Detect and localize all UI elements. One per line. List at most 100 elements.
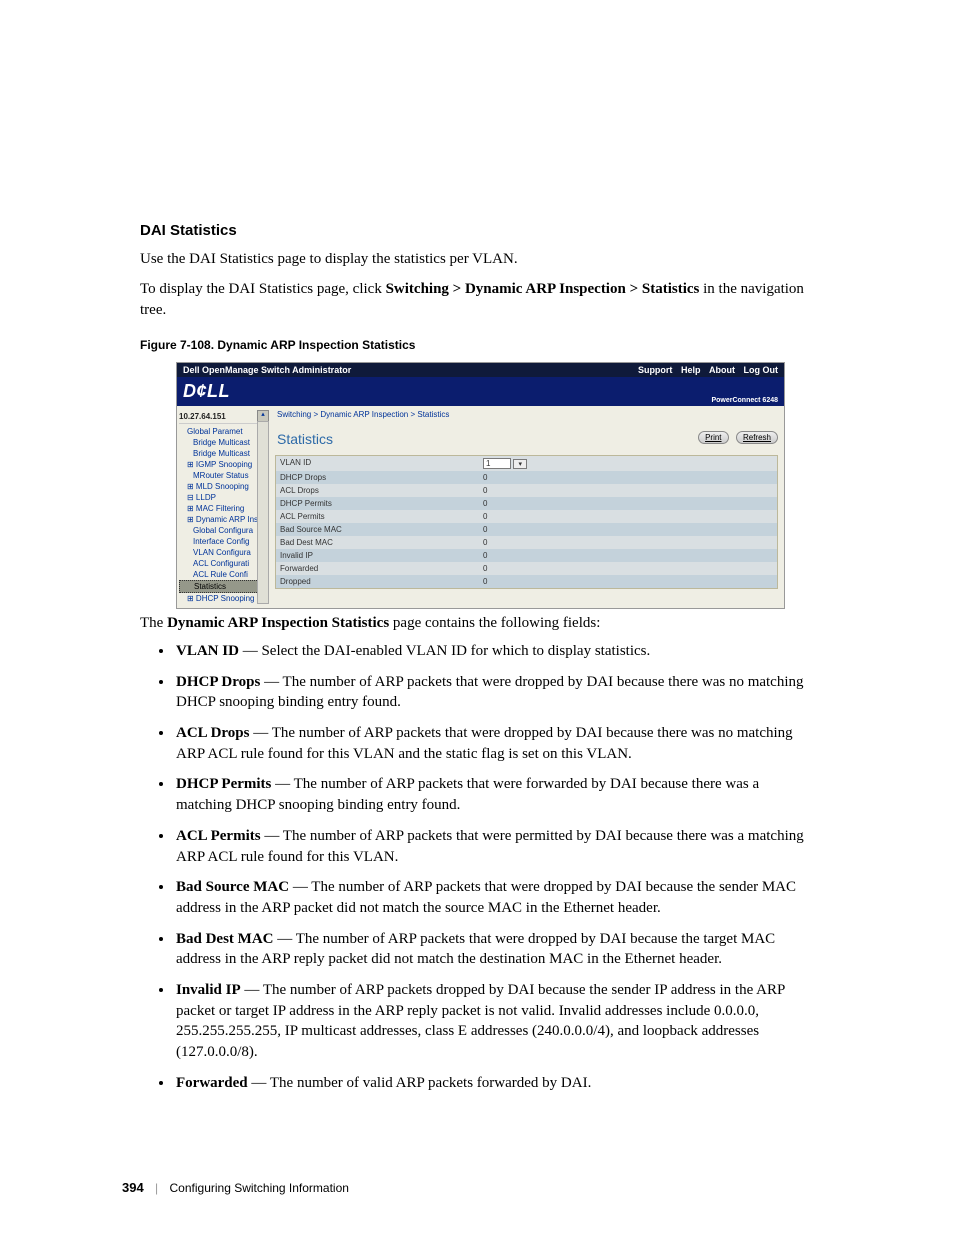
nav-item-interface-config[interactable]: Interface Config (179, 536, 267, 547)
fields-intro-pre: The (140, 615, 167, 631)
brand-bar: D¢LL PowerConnect 6248 (177, 377, 784, 406)
page-number: 394 (122, 1180, 144, 1195)
field-term: Forwarded (176, 1075, 248, 1091)
model-label: PowerConnect 6248 (711, 397, 778, 404)
figure-caption: Figure 7-108. Dynamic ARP Inspection Sta… (140, 338, 814, 352)
fields-intro: The Dynamic ARP Inspection Statistics pa… (140, 613, 814, 633)
stat-value: 0 (479, 536, 777, 549)
figure-screenshot: Dell OpenManage Switch Administrator Sup… (176, 362, 785, 609)
field-desc: — The number of ARP packets that were dr… (176, 674, 804, 711)
table-row: DHCP Permits0 (276, 497, 777, 510)
field-definitions: VLAN ID — Select the DAI-enabled VLAN ID… (140, 641, 814, 1093)
nav-item-igmp-snooping[interactable]: ⊞ IGMP Snooping (179, 459, 267, 470)
field-term: DHCP Permits (176, 776, 271, 792)
intro-paragraph-2: To display the DAI Statistics page, clic… (140, 279, 814, 320)
field-term: DHCP Drops (176, 674, 260, 690)
print-button[interactable]: Print (698, 431, 728, 444)
intro-paragraph-1: Use the DAI Statistics page to display t… (140, 249, 814, 269)
stat-value: 0 (479, 510, 777, 523)
stat-value: 0 (479, 549, 777, 562)
field-definition: Bad Dest MAC — The number of ARP packets… (174, 929, 814, 970)
field-term: ACL Drops (176, 725, 250, 741)
stat-label: Bad Source MAC (276, 523, 479, 536)
vlan-id-select[interactable]: 1 (483, 458, 511, 469)
stat-label: VLAN ID (276, 456, 479, 471)
stat-label: ACL Drops (276, 484, 479, 497)
nav-tree[interactable]: ▴ 10.27.64.151 Global ParametBridge Mult… (177, 406, 269, 608)
field-definition: VLAN ID — Select the DAI-enabled VLAN ID… (174, 641, 814, 662)
fields-intro-post: page contains the following fields: (389, 615, 600, 631)
nav-item-dynamic-arp-insp[interactable]: ⊞ Dynamic ARP Insp (179, 514, 267, 525)
header-links: Support Help About Log Out (632, 365, 778, 375)
intro2-pre: To display the DAI Statistics page, clic… (140, 281, 386, 297)
fields-intro-bold: Dynamic ARP Inspection Statistics (167, 615, 389, 631)
field-term: Bad Dest MAC (176, 931, 274, 947)
app-title: Dell OpenManage Switch Administrator (183, 365, 351, 375)
section-heading: DAI Statistics (140, 222, 814, 239)
table-row: Invalid IP0 (276, 549, 777, 562)
field-definition: Forwarded — The number of valid ARP pack… (174, 1073, 814, 1094)
field-term: VLAN ID (176, 643, 239, 659)
field-definition: DHCP Permits — The number of ARP packets… (174, 774, 814, 815)
table-row: VLAN ID1 ▾ (276, 456, 777, 471)
device-ip: 10.27.64.151 (179, 410, 267, 424)
field-definition: Bad Source MAC — The number of ARP packe… (174, 877, 814, 918)
field-definition: ACL Permits — The number of ARP packets … (174, 826, 814, 867)
nav-item-lldp[interactable]: ⊟ LLDP (179, 492, 267, 503)
nav-item-bridge-multicast[interactable]: Bridge Multicast (179, 448, 267, 459)
stat-value: 0 (479, 471, 777, 484)
stat-label: Forwarded (276, 562, 479, 575)
statistics-table: VLAN ID1 ▾DHCP Drops0ACL Drops0DHCP Perm… (275, 455, 778, 589)
nav-item-acl-configurati[interactable]: ACL Configurati (179, 558, 267, 569)
nav-item-dhcp-snooping[interactable]: ⊞ DHCP Snooping (179, 593, 267, 604)
nav-item-global-configura[interactable]: Global Configura (179, 525, 267, 536)
intro2-nav-path: Switching > Dynamic ARP Inspection > Sta… (386, 281, 700, 297)
footer-section: Configuring Switching Information (170, 1181, 349, 1195)
stat-label: Invalid IP (276, 549, 479, 562)
dropdown-icon[interactable]: ▾ (513, 459, 527, 469)
field-desc: — The number of ARP packets dropped by D… (176, 982, 785, 1060)
stat-value: 0 (479, 575, 777, 588)
field-desc: — Select the DAI-enabled VLAN ID for whi… (239, 643, 650, 659)
nav-item-global-paramet[interactable]: Global Paramet (179, 426, 267, 437)
nav-item-mld-snooping[interactable]: ⊞ MLD Snooping (179, 481, 267, 492)
field-desc: — The number of valid ARP packets forwar… (248, 1075, 592, 1091)
stat-label: DHCP Permits (276, 497, 479, 510)
field-desc: — The number of ARP packets that were dr… (176, 725, 793, 762)
stat-label: ACL Permits (276, 510, 479, 523)
app-titlebar: Dell OpenManage Switch Administrator Sup… (177, 363, 784, 377)
nav-item-mac-filtering[interactable]: ⊞ MAC Filtering (179, 503, 267, 514)
nav-item-vlan-configura[interactable]: VLAN Configura (179, 547, 267, 558)
table-row: ACL Permits0 (276, 510, 777, 523)
dell-logo: D¢LL (183, 381, 230, 401)
refresh-button[interactable]: Refresh (736, 431, 778, 444)
field-definition: ACL Drops — The number of ARP packets th… (174, 723, 814, 764)
logout-link[interactable]: Log Out (744, 365, 779, 375)
nav-item-bridge-multicast[interactable]: Bridge Multicast (179, 437, 267, 448)
field-term: Invalid IP (176, 982, 241, 998)
table-row: ACL Drops0 (276, 484, 777, 497)
field-definition: DHCP Drops — The number of ARP packets t… (174, 672, 814, 713)
stat-value: 0 (479, 523, 777, 536)
nav-item-acl-rule-confi[interactable]: ACL Rule Confi (179, 569, 267, 580)
support-link[interactable]: Support (638, 365, 673, 375)
stat-label: DHCP Drops (276, 471, 479, 484)
help-link[interactable]: Help (681, 365, 701, 375)
table-row: DHCP Drops0 (276, 471, 777, 484)
stat-label: Dropped (276, 575, 479, 588)
table-row: Bad Dest MAC0 (276, 536, 777, 549)
stat-value: 0 (479, 497, 777, 510)
stat-value: 0 (479, 562, 777, 575)
table-row: Bad Source MAC0 (276, 523, 777, 536)
nav-item-statistics[interactable]: Statistics (179, 580, 259, 593)
breadcrumb: Switching > Dynamic ARP Inspection > Sta… (277, 410, 778, 419)
stat-value: 0 (479, 484, 777, 497)
table-row: Dropped0 (276, 575, 777, 588)
scroll-track[interactable] (257, 421, 269, 604)
main-panel: Switching > Dynamic ARP Inspection > Sta… (269, 406, 784, 608)
stat-value[interactable]: 1 ▾ (479, 456, 777, 471)
about-link[interactable]: About (709, 365, 735, 375)
field-desc: — The number of ARP packets that were pe… (176, 828, 804, 865)
nav-item-mrouter-status[interactable]: MRouter Status (179, 470, 267, 481)
field-definition: Invalid IP — The number of ARP packets d… (174, 980, 814, 1063)
